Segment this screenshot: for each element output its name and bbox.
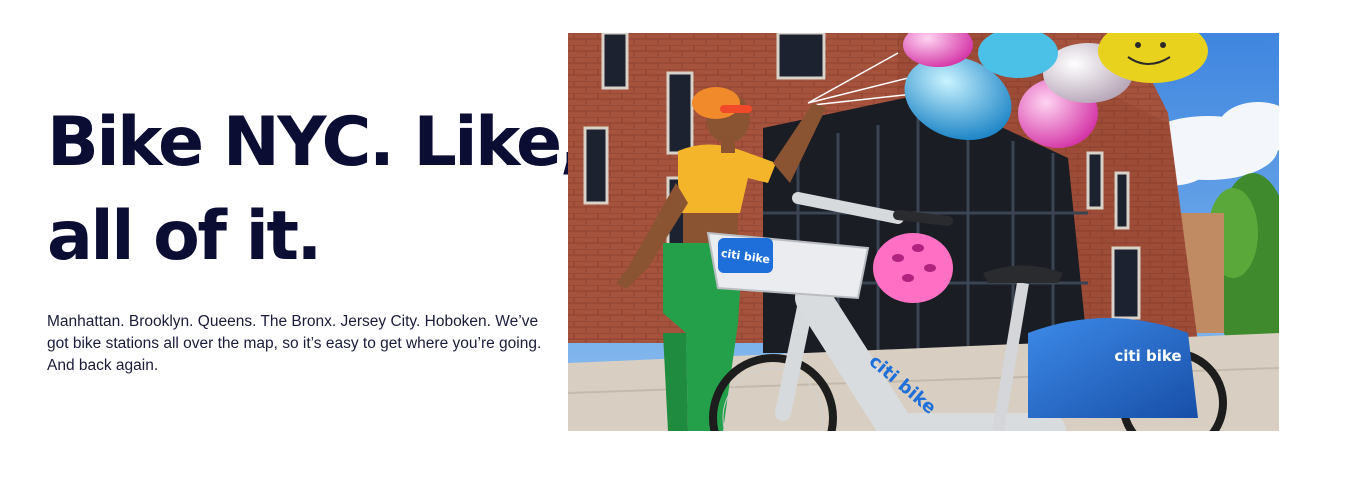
hero-title-line-2: all of it. bbox=[47, 197, 322, 276]
hero-title-line-1: Bike NYC. Like, bbox=[47, 103, 585, 182]
hero-text-block: Bike NYC. Like, all of it. bbox=[47, 96, 585, 284]
hero-title: Bike NYC. Like, all of it. bbox=[47, 96, 585, 284]
hero-description: Manhattan. Brooklyn. Queens. The Bronx. … bbox=[47, 313, 542, 374]
hero-photo: citi bike citi bike citi bike bbox=[568, 33, 1279, 431]
fender-logo: citi bike bbox=[1114, 347, 1181, 365]
